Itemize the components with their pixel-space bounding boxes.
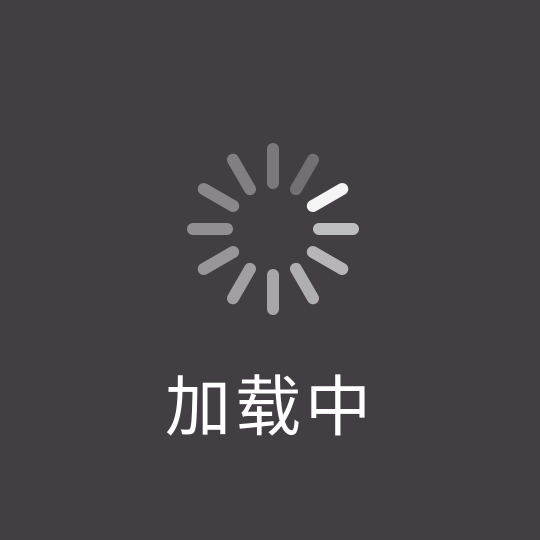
loading-spinner-icon (183, 139, 363, 319)
loading-message: 加载中 (165, 369, 375, 446)
spinner-spoke (306, 183, 349, 212)
spinner-graphic (187, 143, 359, 315)
spinner-spoke (197, 183, 240, 212)
spinner-spoke (306, 246, 349, 275)
spinner-spoke (227, 153, 256, 196)
spinner-spoke (197, 246, 240, 275)
spinner-spoke (227, 262, 256, 305)
spinner-spoke (290, 262, 319, 305)
spinner-spoke (290, 153, 319, 196)
loading-toast: 加载中 (0, 0, 540, 540)
